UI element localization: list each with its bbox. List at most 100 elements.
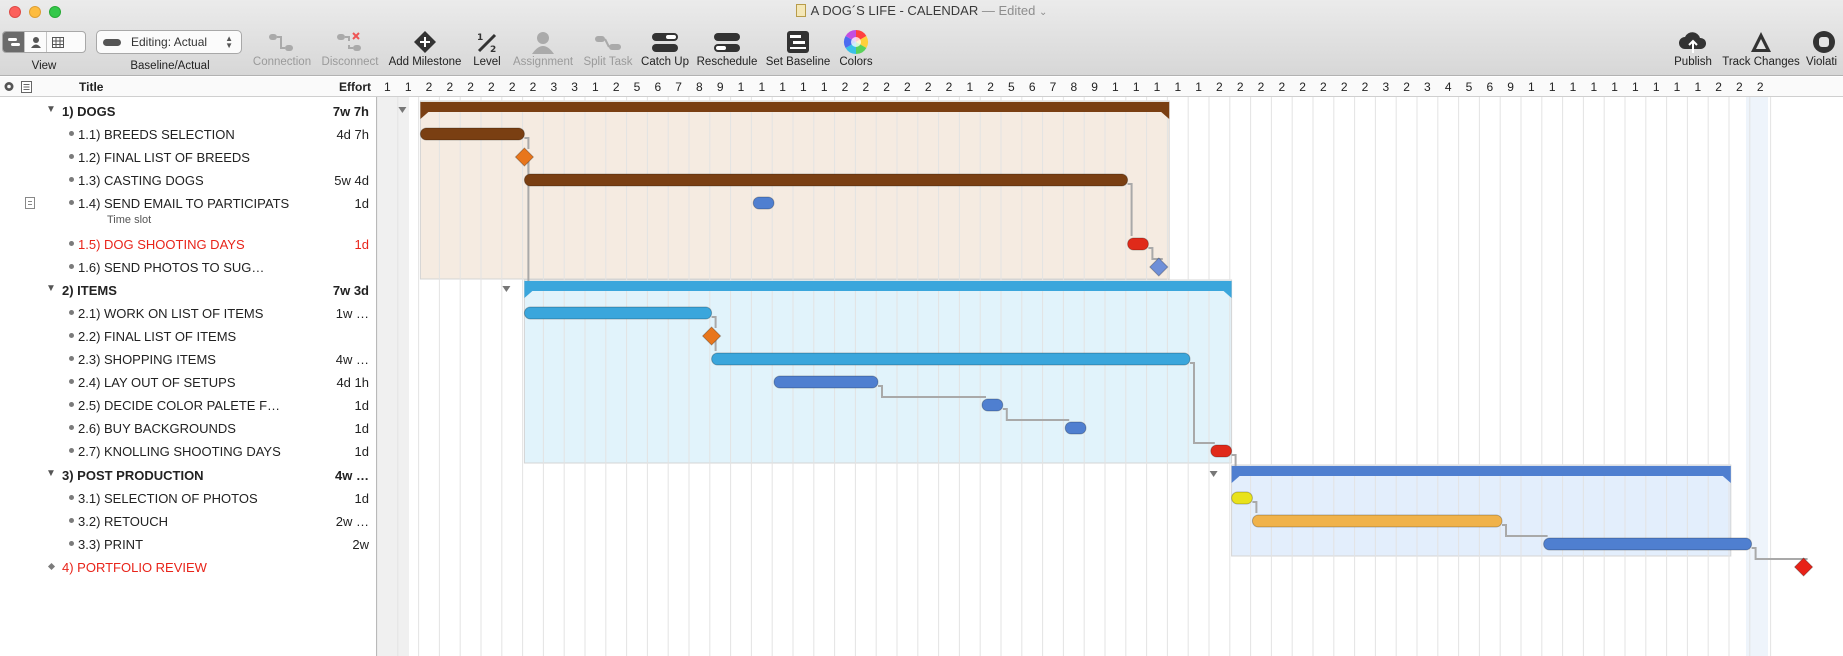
day-number: 2 (945, 80, 953, 94)
outline-row[interactable]: 2.5) DECIDE COLOR PALETE F… 1d (0, 394, 377, 417)
task-note-text: Time slot (107, 214, 152, 226)
disclosure-triangle-icon[interactable]: ▼ (46, 104, 56, 115)
resource-view-icon[interactable] (25, 32, 47, 52)
row-bullet-icon (69, 402, 74, 407)
level-icon: 12 (477, 33, 496, 54)
task-effort[interactable]: 1d (355, 237, 369, 252)
task-effort[interactable]: 1d (355, 491, 369, 506)
task-effort[interactable]: 1d (355, 444, 369, 459)
add-milestone-button[interactable]: Add Milestone (386, 26, 464, 68)
outline-row[interactable]: 2.1) WORK ON LIST OF ITEMS 1w … (0, 302, 377, 325)
task-title[interactable]: 1.2) FINAL LIST OF BREEDS (78, 150, 250, 165)
task-title[interactable]: 2) ITEMS (62, 283, 117, 298)
row-bullet-icon (69, 177, 74, 182)
task-title[interactable]: 1) DOGS (62, 104, 115, 119)
outline-row[interactable]: 3.1) SELECTION OF PHOTOS 1d (0, 487, 377, 510)
task-effort[interactable]: 1d (355, 421, 369, 436)
task-effort[interactable]: 5w 4d (334, 173, 369, 188)
task-title[interactable]: 3.2) RETOUCH (78, 514, 168, 529)
task-effort[interactable]: 2w (352, 537, 369, 552)
outline-row[interactable]: 1.2) FINAL LIST OF BREEDS (0, 146, 377, 169)
eye-icon[interactable] (3, 81, 15, 92)
task-title[interactable]: 2.5) DECIDE COLOR PALETE F… (78, 398, 280, 413)
gantt-canvas[interactable] (377, 77, 1843, 656)
outline-row[interactable]: ▼ 2) ITEMS 7w 3d (0, 279, 377, 302)
calendar-view-icon[interactable] (47, 32, 69, 52)
set-baseline-button[interactable]: Set Baseline (762, 26, 834, 68)
task-effort[interactable]: 4w … (335, 468, 369, 483)
task-title[interactable]: 2.4) LAY OUT OF SETUPS (78, 375, 236, 390)
outline-row[interactable]: 1.3) CASTING DOGS 5w 4d (0, 169, 377, 192)
task-effort[interactable]: 4d 7h (336, 127, 369, 142)
group-background (419, 100, 1170, 280)
task-title[interactable]: 4) PORTFOLIO REVIEW (62, 560, 207, 575)
disconnect-label: Disconnect (321, 56, 379, 68)
disclosure-triangle-icon[interactable]: ▼ (46, 468, 56, 479)
window-title[interactable]: A DOG´S LIFE - CALENDAR — Edited ⌄ (0, 3, 1843, 18)
day-number: 1 (758, 80, 766, 94)
task-effort[interactable]: 1d (355, 398, 369, 413)
collapse-triangle-icon (502, 286, 511, 292)
catch-up-button[interactable]: Catch Up (638, 26, 692, 68)
task-title[interactable]: 3) POST PRODUCTION (62, 468, 204, 483)
day-number: 1 (1174, 80, 1182, 94)
colors-button[interactable]: Colors (834, 26, 878, 68)
task-effort[interactable]: 4d 1h (336, 375, 369, 390)
task-effort[interactable]: 1d (355, 196, 369, 211)
task-title[interactable]: 1.5) DOG SHOOTING DAYS (78, 237, 245, 252)
task-title[interactable]: 2.1) WORK ON LIST OF ITEMS (78, 306, 263, 321)
day-number: 2 (924, 80, 932, 94)
note-icon[interactable] (25, 197, 35, 209)
outline-row[interactable]: 2.4) LAY OUT OF SETUPS 4d 1h (0, 371, 377, 394)
outline-row[interactable]: 3.3) PRINT 2w (0, 533, 377, 556)
task-title[interactable]: 3.3) PRINT (78, 537, 143, 552)
gantt-chart-pane: 1122222233125678911111222222125678911111… (377, 77, 1843, 656)
task-effort[interactable]: 7w 3d (333, 283, 369, 298)
task-title[interactable]: 2.3) SHOPPING ITEMS (78, 352, 216, 367)
outline-row[interactable]: 2.6) BUY BACKGROUNDS 1d (0, 417, 377, 440)
task-title[interactable]: 1.4) SEND EMAIL TO PARTICIPATS (78, 196, 289, 211)
level-label: Level (473, 56, 501, 68)
outline-row[interactable]: 1.5) DOG SHOOTING DAYS 1d (0, 233, 377, 256)
task-title[interactable]: 1.6) SEND PHOTOS TO SUG… (78, 260, 264, 275)
task-title[interactable]: 2.7) KNOLLING SHOOTING DAYS (78, 444, 281, 459)
outline-row[interactable]: ▼ 3) POST PRODUCTION 4w … (0, 464, 377, 487)
track-changes-button[interactable]: Track Changes (1718, 26, 1804, 68)
task-title[interactable]: 2.6) BUY BACKGROUNDS (78, 421, 236, 436)
split-task-button[interactable]: Split Task (578, 26, 638, 68)
outline-header: Title Effort (0, 77, 377, 97)
gantt-view-icon[interactable] (3, 32, 25, 52)
task-effort[interactable]: 1w … (336, 306, 369, 321)
view-segmented-control[interactable] (2, 31, 86, 53)
task-effort[interactable]: 4w … (336, 352, 369, 367)
day-number: 1 (779, 80, 786, 94)
outline-row[interactable]: 1.6) SEND PHOTOS TO SUG… (0, 256, 377, 279)
outline-row[interactable]: 2.7) KNOLLING SHOOTING DAYS 1d (0, 440, 377, 463)
reschedule-button[interactable]: Reschedule (694, 26, 760, 68)
task-title[interactable]: 3.1) SELECTION OF PHOTOS (78, 491, 258, 506)
title-column-header[interactable]: Title (79, 80, 103, 94)
task-title[interactable]: 2.2) FINAL LIST OF ITEMS (78, 329, 236, 344)
outline-row[interactable]: 4) PORTFOLIO REVIEW (0, 556, 377, 579)
disconnect-button[interactable]: Disconnect (318, 26, 382, 68)
outline-row[interactable]: 2.3) SHOPPING ITEMS 4w … (0, 348, 377, 371)
outline-row[interactable]: 2.2) FINAL LIST OF ITEMS (0, 325, 377, 348)
task-effort[interactable]: 2w … (336, 514, 369, 529)
connection-button[interactable]: Connection (250, 26, 314, 68)
day-number: 1 (1673, 80, 1681, 94)
baseline-actual-select[interactable]: Editing: Actual ▲ ▼ (96, 30, 242, 54)
outline-row[interactable]: ▼ 1) DOGS 7w 7h (0, 100, 377, 123)
notes-column-icon[interactable] (21, 81, 32, 93)
task-effort[interactable]: 7w 7h (333, 104, 369, 119)
violations-button[interactable]: Violati (1806, 26, 1843, 68)
level-button[interactable]: 12 Level (468, 26, 506, 68)
outline-row[interactable]: 1.1) BREEDS SELECTION 4d 7h (0, 123, 377, 146)
publish-button[interactable]: Publish (1668, 26, 1718, 68)
outline-row[interactable]: 1.4) SEND EMAIL TO PARTICIPATS 1d Time slo… (0, 192, 377, 226)
disclosure-triangle-icon[interactable]: ▼ (46, 283, 56, 294)
assignment-button[interactable]: Assignment (508, 26, 578, 68)
outline-row[interactable]: 3.2) RETOUCH 2w … (0, 510, 377, 533)
task-title[interactable]: 1.3) CASTING DOGS (78, 173, 204, 188)
effort-column-header[interactable]: Effort (339, 80, 371, 94)
task-title[interactable]: 1.1) BREEDS SELECTION (78, 127, 235, 142)
